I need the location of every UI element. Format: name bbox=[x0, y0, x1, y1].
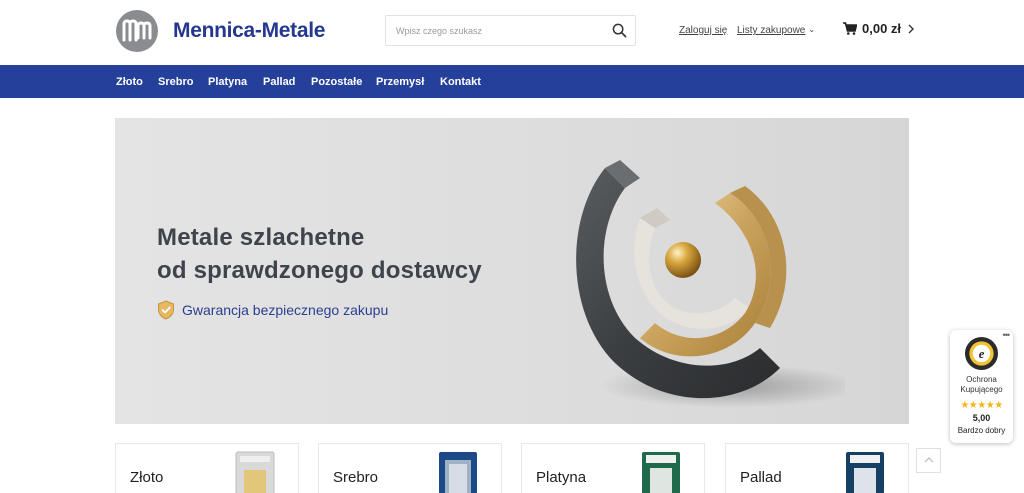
logo[interactable]: Mennica-Metale bbox=[115, 9, 325, 53]
platinum-bar-image bbox=[642, 452, 680, 493]
guarantee-text: Gwarancja bezpiecznego zakupu bbox=[182, 302, 389, 318]
rating-score: 5,00 bbox=[972, 413, 991, 423]
chevron-right-icon bbox=[908, 24, 915, 33]
nav-item-pallad[interactable]: Pallad bbox=[263, 76, 295, 88]
trust-protection-text: Ochrona Kupującego bbox=[950, 375, 1013, 395]
category-card-platyna[interactable]: Platyna bbox=[521, 443, 705, 493]
hero-title-line1: Metale szlachetne bbox=[157, 224, 365, 251]
hero-sculpture-image bbox=[576, 160, 845, 408]
trusted-shops-seal-icon: e bbox=[964, 336, 999, 371]
login-link[interactable]: Zaloguj się bbox=[679, 25, 727, 36]
trusted-shops-badge[interactable]: ••• e Ochrona Kupującego ★★★★★ 5,00 Bard… bbox=[950, 330, 1013, 443]
search-box bbox=[385, 15, 636, 46]
nav-item-przemysl[interactable]: Przemysł bbox=[376, 76, 424, 88]
nav-item-pozostale[interactable]: Pozostałe bbox=[311, 76, 362, 88]
nav-item-srebro[interactable]: Srebro bbox=[158, 76, 193, 88]
trust-line1: Ochrona bbox=[966, 375, 997, 384]
category-card-pallad[interactable]: Pallad bbox=[725, 443, 909, 493]
site-header: Mennica-Metale Zaloguj się Listy zakupow… bbox=[0, 0, 1024, 65]
palladium-bar-image bbox=[846, 452, 884, 493]
hero-banner[interactable]: Metale szlachetne od sprawdzonego dostaw… bbox=[115, 118, 909, 424]
cart-button[interactable]: 0,00 zł bbox=[843, 21, 915, 36]
shield-check-icon bbox=[158, 300, 174, 320]
search-icon[interactable] bbox=[612, 23, 627, 38]
hero-title: Metale szlachetne od sprawdzonego dostaw… bbox=[157, 221, 482, 287]
chevron-down-icon: ⌄ bbox=[808, 25, 816, 34]
brand-name: Mennica-Metale bbox=[173, 19, 326, 42]
main-nav: Złoto Srebro Platyna Pallad Pozostałe Pr… bbox=[0, 65, 1024, 98]
svg-text:e: e bbox=[979, 347, 985, 361]
silver-bar-image bbox=[439, 452, 477, 493]
category-card-zloto[interactable]: Złoto bbox=[115, 443, 299, 493]
cart-icon bbox=[843, 22, 857, 35]
nav-item-kontakt[interactable]: Kontakt bbox=[440, 76, 481, 88]
chevron-up-icon bbox=[924, 457, 934, 463]
rating-text: Bardzo dobry bbox=[957, 426, 1006, 435]
more-options-icon[interactable]: ••• bbox=[1003, 330, 1011, 340]
star-rating: ★★★★★ bbox=[960, 400, 1003, 411]
gold-bar-image bbox=[235, 451, 275, 493]
nav-item-zloto[interactable]: Złoto bbox=[116, 76, 143, 88]
scroll-to-top-button[interactable] bbox=[916, 448, 941, 473]
trust-line2: Kupującego bbox=[960, 385, 1003, 394]
cart-total: 0,00 zł bbox=[862, 21, 902, 36]
search-input[interactable] bbox=[386, 16, 596, 45]
logo-mark-icon bbox=[116, 10, 158, 52]
shopping-lists-label: Listy zakupowe bbox=[737, 25, 806, 36]
hero-title-line2: od sprawdzonego dostawcy bbox=[157, 257, 482, 284]
nav-item-platyna[interactable]: Platyna bbox=[208, 76, 247, 88]
category-card-srebro[interactable]: Srebro bbox=[318, 443, 502, 493]
guarantee-note: Gwarancja bezpiecznego zakupu bbox=[157, 300, 388, 320]
shopping-lists-link[interactable]: Listy zakupowe ⌄ bbox=[737, 25, 815, 36]
